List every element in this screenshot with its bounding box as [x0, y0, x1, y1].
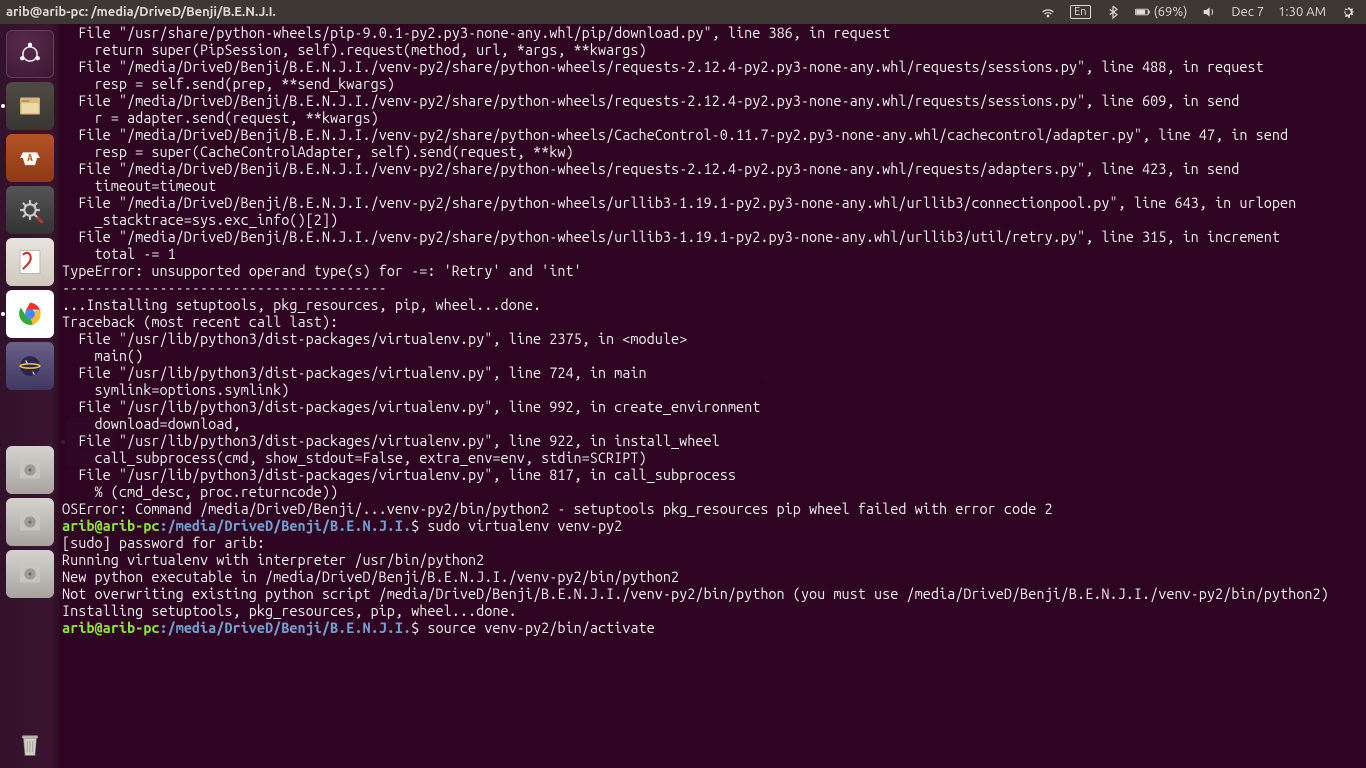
terminal-output-line: symlink=options.symlink): [62, 381, 1364, 398]
prompt-path: :/media/DriveD/Benji/B.E.N.J.I.: [159, 619, 411, 636]
gear-icon[interactable]: [1340, 4, 1356, 20]
terminal-output-line: r = adapter.send(request, **kwargs): [62, 109, 1364, 126]
document-reader-icon[interactable]: [6, 238, 54, 286]
terminal-output-line: resp = self.send(prep, **send_kwargs): [62, 75, 1364, 92]
terminal-prompt-line: arib@arib-pc:/media/DriveD/Benji/B.E.N.J…: [62, 517, 1364, 534]
prompt-separator: $: [411, 619, 427, 636]
terminal-prompt-line: arib@arib-pc:/media/DriveD/Benji/B.E.N.J…: [62, 619, 1364, 636]
chrome-icon[interactable]: [6, 290, 54, 338]
terminal-output-line: resp = super(CacheControlAdapter, self).…: [62, 143, 1364, 160]
terminal-output-line: _stacktrace=sys.exc_info()[2]): [62, 211, 1364, 228]
disk-icon-3[interactable]: [6, 550, 54, 598]
date-indicator[interactable]: Dec 7: [1231, 5, 1264, 19]
terminal-output-line: Running virtualenv with interpreter /usr…: [62, 551, 1364, 568]
time-indicator[interactable]: 1:30 AM: [1278, 5, 1326, 19]
settings-icon[interactable]: [6, 186, 54, 234]
terminal-output-line: ----------------------------------------: [62, 279, 1364, 296]
terminal-output-line: TypeError: unsupported operand type(s) f…: [62, 262, 1364, 279]
terminal-output-line: File "/usr/lib/python3/dist-packages/vir…: [62, 466, 1364, 483]
language-indicator[interactable]: En: [1070, 5, 1090, 19]
files-icon[interactable]: [6, 82, 54, 130]
prompt-separator: $: [411, 517, 427, 534]
disk-icon-1[interactable]: [6, 446, 54, 494]
battery-indicator[interactable]: (69%): [1135, 4, 1188, 20]
terminal-output-line: File "/media/DriveD/Benji/B.E.N.J.I./ven…: [62, 228, 1364, 245]
terminal-output-line: Not overwriting existing python script /…: [62, 585, 1364, 602]
system-indicators: En (69%) Dec 7 1:30 AM: [1040, 4, 1366, 20]
terminal-output-line: main(): [62, 347, 1364, 364]
terminal-output-line: File "/usr/lib/python3/dist-packages/vir…: [62, 398, 1364, 415]
terminal-output-line: return super(PipSession, self).request(m…: [62, 41, 1364, 58]
terminal-output-line: [sudo] password for arib:: [62, 534, 1364, 551]
eclipse-icon[interactable]: [6, 342, 54, 390]
terminal-output-line: File "/media/DriveD/Benji/B.E.N.J.I./ven…: [62, 126, 1364, 143]
terminal-output-line: File "/media/DriveD/Benji/B.E.N.J.I./ven…: [62, 160, 1364, 177]
top-menubar: arib@arib-pc: /media/DriveD/Benji/B.E.N.…: [0, 0, 1366, 24]
terminal-output-line: File "/usr/lib/python3/dist-packages/vir…: [62, 364, 1364, 381]
terminal-output-line: Traceback (most recent call last):: [62, 313, 1364, 330]
prompt-command: source venv-py2/bin/activate: [427, 619, 654, 636]
terminal-output-line: total -= 1: [62, 245, 1364, 262]
wifi-icon[interactable]: [1040, 4, 1056, 20]
prompt-user: arib@arib-pc: [62, 517, 159, 534]
terminal-output-line: New python executable in /media/DriveD/B…: [62, 568, 1364, 585]
svg-text:A: A: [27, 152, 33, 163]
terminal-output-line: File "/usr/lib/python3/dist-packages/vir…: [62, 432, 1364, 449]
terminal-output-line: File "/media/DriveD/Benji/B.E.N.J.I./ven…: [62, 58, 1364, 75]
trash-icon[interactable]: [6, 720, 54, 768]
terminal-output-line: File "/media/DriveD/Benji/B.E.N.J.I./ven…: [62, 92, 1364, 109]
terminal-output-line: File "/usr/lib/python3/dist-packages/vir…: [62, 330, 1364, 347]
terminal-output-line: download=download,: [62, 415, 1364, 432]
unity-launcher: A >_: [0, 24, 60, 768]
bluetooth-icon[interactable]: [1105, 4, 1121, 20]
prompt-user: arib@arib-pc: [62, 619, 159, 636]
window-title: arib@arib-pc: /media/DriveD/Benji/B.E.N.…: [0, 5, 1040, 19]
terminal-window[interactable]: File "/usr/share/python-wheels/pip-9.0.1…: [60, 24, 1366, 768]
dash-icon[interactable]: [6, 30, 54, 78]
terminal-output-line: File "/usr/share/python-wheels/pip-9.0.1…: [62, 24, 1364, 41]
terminal-output-line: File "/media/DriveD/Benji/B.E.N.J.I./ven…: [62, 194, 1364, 211]
terminal-output-line: OSError: Command /media/DriveD/Benji/...…: [62, 500, 1364, 517]
terminal-output-line: call_subprocess(cmd, show_stdout=False, …: [62, 449, 1364, 466]
terminal-output-line: Installing setuptools, pkg_resources, pi…: [62, 602, 1364, 619]
terminal-output-line: timeout=timeout: [62, 177, 1364, 194]
running-pip: [1, 312, 5, 316]
prompt-command: sudo virtualenv venv-py2: [427, 517, 622, 534]
prompt-path: :/media/DriveD/Benji/B.E.N.J.I.: [159, 517, 411, 534]
volume-icon[interactable]: [1201, 4, 1217, 20]
terminal-output-line: ...Installing setuptools, pkg_resources,…: [62, 296, 1364, 313]
terminal-output-line: % (cmd_desc, proc.returncode)): [62, 483, 1364, 500]
running-pip: [1, 104, 5, 108]
disk-icon-2[interactable]: [6, 498, 54, 546]
software-center-icon[interactable]: A: [6, 134, 54, 182]
